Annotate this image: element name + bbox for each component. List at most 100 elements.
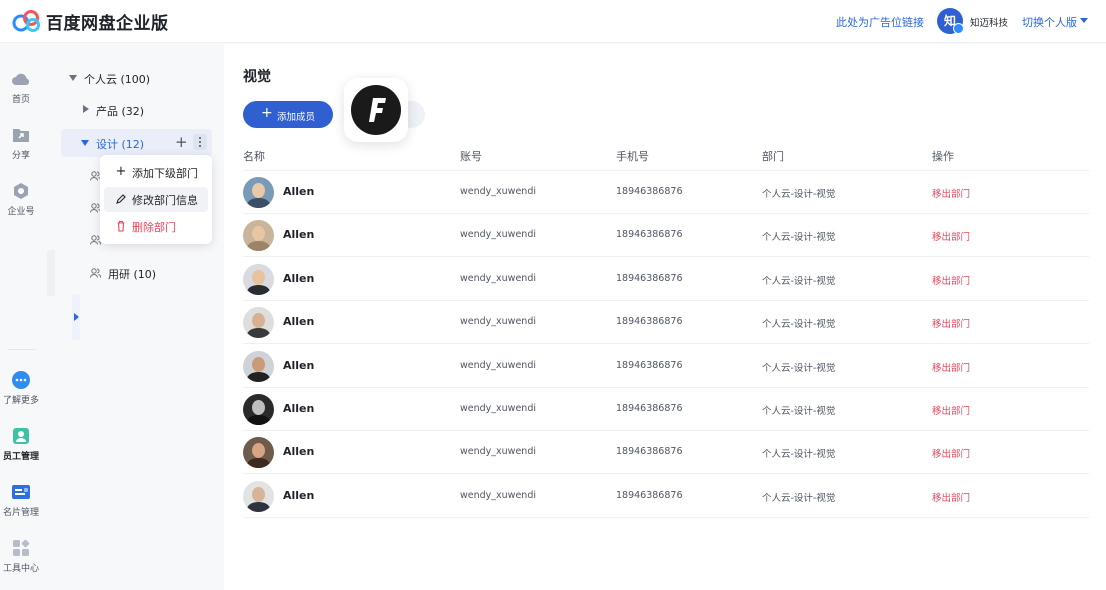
rail-label-share: 分享 — [11, 151, 30, 161]
table-row: Allen wendy_xuwendi 18946386876 个人云-设计-视觉 移出… — [243, 388, 1089, 431]
rail-item-staff[interactable]: 员工管理 — [0, 427, 42, 462]
rail-item-enterprise[interactable]: 企业号 — [0, 182, 42, 217]
avatar[interactable] — [243, 220, 274, 252]
member-account: wendy_xuwendi — [460, 489, 536, 501]
more-chat-icon — [12, 371, 30, 389]
menu-item-delete-department[interactable]: 删除部门 — [104, 214, 208, 239]
member-phone: 18946386876 — [616, 446, 683, 458]
rail-label-home: 首页 — [11, 95, 30, 105]
chevron-down-icon[interactable] — [1080, 18, 1088, 23]
member-name: Allen — [283, 358, 315, 372]
caret-down-icon[interactable] — [81, 140, 89, 146]
rail-collapse-handle[interactable] — [47, 250, 55, 296]
member-name: Allen — [283, 185, 315, 198]
f-logo-icon — [351, 85, 401, 135]
caret-right-icon[interactable] — [83, 105, 89, 113]
department-tree: 个人云 (100) 产品 (32) 设计 (12) + 用研 (10) — [58, 44, 222, 590]
ad-link[interactable]: 此处为广告位链接 — [836, 14, 924, 30]
member-name: Allen — [283, 445, 315, 459]
table-row: Allen wendy_xuwendi 18946386876 个人云-设计-视觉 移出… — [243, 345, 1089, 388]
member-phone: 18946386876 — [616, 186, 683, 197]
username[interactable]: 知迈科技 — [970, 15, 1008, 29]
member-phone: 18946386876 — [616, 489, 683, 501]
remove-from-department-link[interactable]: 移出部门 — [932, 360, 970, 374]
rail-item-card[interactable]: 名片管理 — [0, 483, 42, 518]
member-account: wendy_xuwendi — [460, 316, 536, 328]
column-header-action: 操作 — [932, 150, 954, 163]
remove-from-department-link[interactable]: 移出部门 — [932, 273, 970, 287]
tools-icon — [13, 539, 30, 556]
department-context-menu: + 添加下级部门 修改部门信息 删除部门 — [100, 155, 212, 244]
tree-item-design[interactable]: 设计 (12) + — [61, 129, 212, 157]
main-content: 视觉 + 添加成员 名称 账号 手机号 部门 操作 Allen wendy_xuw… — [224, 44, 1106, 590]
member-department: 个人云-设计-视觉 — [762, 232, 836, 244]
member-department: 个人云-设计-视觉 — [762, 319, 836, 331]
menu-item-edit-department[interactable]: 修改部门信息 — [104, 187, 208, 212]
remove-from-department-link[interactable]: 移出部门 — [932, 316, 970, 330]
avatar[interactable] — [243, 480, 274, 512]
add-member-button[interactable]: + 添加成员 — [243, 101, 333, 128]
rail-label-staff: 员工管理 — [2, 452, 39, 462]
rail-label-tools: 工具中心 — [2, 564, 39, 574]
column-header-name: 名称 — [243, 150, 265, 163]
table-row: Allen wendy_xuwendi 18946386876 个人云-设计-视觉 移出… — [243, 258, 1089, 301]
menu-label-delete-department: 删除部门 — [132, 221, 176, 234]
column-header-phone: 手机号 — [616, 150, 649, 163]
member-account: wendy_xuwendi — [460, 186, 536, 197]
gear-icon — [14, 183, 28, 199]
more-options-icon[interactable] — [193, 134, 207, 150]
member-department: 个人云-设计-视觉 — [762, 362, 836, 374]
tree-item-product[interactable]: 产品 (32) — [58, 96, 218, 124]
remove-from-department-link[interactable]: 移出部门 — [932, 490, 970, 504]
member-name: Allen — [283, 271, 315, 285]
tree-label-product: 产品 (32) — [96, 105, 145, 118]
avatar[interactable] — [243, 394, 274, 425]
rail-divider — [8, 349, 36, 350]
remove-from-department-link[interactable]: 移出部门 — [932, 229, 970, 243]
member-name: Allen — [283, 228, 315, 242]
member-department: 个人云-设计-视觉 — [762, 492, 836, 504]
trash-icon — [117, 220, 125, 232]
floating-app-icon[interactable] — [344, 78, 408, 142]
member-phone: 18946386876 — [616, 316, 683, 328]
avatar[interactable] — [243, 177, 274, 208]
top-header: 百度网盘企业版 此处为广告位链接 知 知迈科技 切换个人版 — [0, 0, 1106, 43]
rail-item-learn-more[interactable]: 了解更多 — [0, 371, 42, 406]
tree-item-root[interactable]: 个人云 (100) — [58, 64, 218, 92]
remove-from-department-link[interactable]: 移出部门 — [932, 403, 970, 417]
tree-collapse-handle[interactable] — [72, 294, 80, 340]
rail-label-learn-more: 了解更多 — [2, 396, 39, 406]
table-row: Allen wendy_xuwendi 18946386876 个人云-设计-视觉 移出… — [243, 214, 1089, 258]
rail-item-home[interactable]: 首页 — [0, 70, 42, 105]
member-account: wendy_xuwendi — [460, 229, 536, 241]
member-account: wendy_xuwendi — [460, 359, 536, 371]
remove-from-department-link[interactable]: 移出部门 — [932, 186, 970, 200]
rail-label-card: 名片管理 — [2, 508, 39, 518]
column-header-department: 部门 — [762, 150, 784, 163]
table-row: Allen wendy_xuwendi 18946386876 个人云-设计-视觉 移出… — [243, 301, 1089, 345]
add-subdepartment-icon[interactable]: + — [175, 133, 188, 151]
tree-item-research[interactable]: 用研 (10) — [58, 259, 218, 287]
remove-from-department-link[interactable]: 移出部门 — [932, 446, 970, 460]
staff-icon — [13, 428, 29, 444]
table-row: Allen wendy_xuwendi 18946386876 个人云-设计-视觉 移出… — [243, 171, 1089, 214]
avatar[interactable] — [243, 437, 274, 469]
caret-down-icon[interactable] — [69, 75, 77, 81]
avatar[interactable] — [243, 263, 274, 295]
menu-item-add-subdepartment[interactable]: + 添加下级部门 — [104, 160, 208, 185]
rail-item-share[interactable]: 分享 — [0, 126, 42, 161]
member-account: wendy_xuwendi — [460, 403, 536, 414]
baidu-netdisk-logo-icon[interactable] — [12, 9, 42, 33]
menu-label-add-subdepartment: 添加下级部门 — [132, 167, 198, 180]
pencil-icon — [116, 194, 126, 204]
member-phone: 18946386876 — [616, 272, 683, 284]
app-title: 百度网盘企业版 — [46, 14, 169, 34]
tree-label-root: 个人云 (100) — [84, 73, 151, 86]
avatar[interactable] — [243, 307, 274, 339]
people-icon — [90, 268, 101, 278]
avatar[interactable] — [243, 350, 274, 382]
switch-personal-version-button[interactable]: 切换个人版 — [1022, 14, 1077, 30]
member-department: 个人云-设计-视觉 — [762, 449, 836, 461]
rail-label-enterprise: 企业号 — [7, 207, 35, 217]
rail-item-tools[interactable]: 工具中心 — [0, 539, 42, 574]
